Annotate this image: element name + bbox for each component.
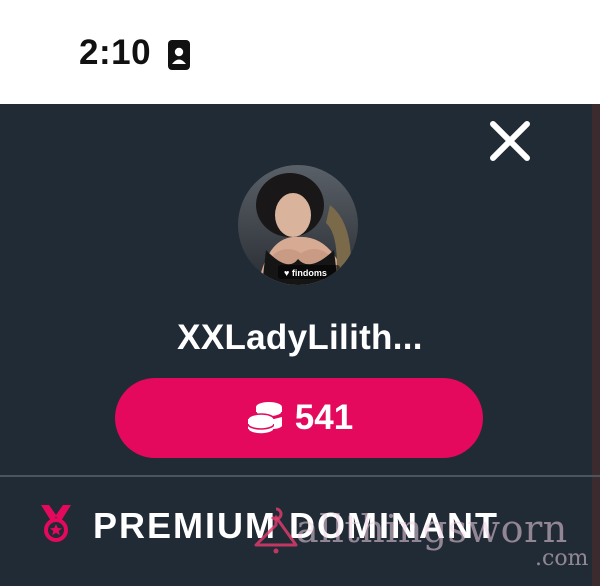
svg-text:♥ findoms: ♥ findoms xyxy=(284,268,327,278)
status-bar: 2:10 xyxy=(0,0,600,104)
coin-balance-button[interactable]: 541 xyxy=(115,378,483,458)
coin-stack-icon xyxy=(246,402,283,435)
watermark: allthingsworn .com xyxy=(252,505,597,580)
coin-count: 541 xyxy=(294,398,354,437)
avatar[interactable]: ♥ findoms xyxy=(238,165,358,285)
watermark-domain: .com xyxy=(535,546,589,571)
hanger-icon xyxy=(254,507,298,554)
divider xyxy=(0,475,600,477)
medal-icon xyxy=(41,505,71,542)
contact-card-icon xyxy=(168,40,190,70)
username: XXLadyLilith... xyxy=(177,318,423,357)
watermark-text: allthingsworn xyxy=(296,507,568,551)
avatar-image: ♥ findoms xyxy=(238,165,358,285)
status-time: 2:10 xyxy=(79,33,152,72)
close-icon[interactable] xyxy=(485,116,535,166)
